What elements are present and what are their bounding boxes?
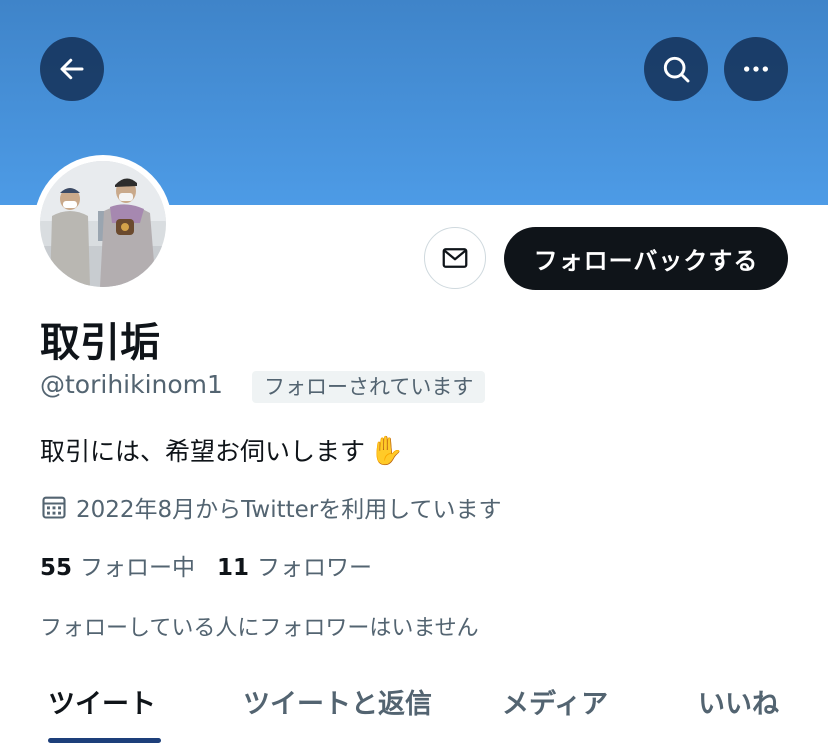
mutual-followers-note: フォローしている人にフォロワーはいません [40,616,479,641]
arrow-left-icon [60,58,84,80]
follows-you-badge: フォローされています [252,371,486,403]
tab-tweets-and-replies[interactable]: ツイートと返信 [243,682,432,721]
mail-icon [442,248,468,268]
bio-text: 取引には、希望お伺いします [40,437,366,466]
avatar-image [40,161,166,287]
calendar-icon [42,496,66,519]
avatar[interactable] [34,155,172,293]
follow-stats: 55 フォロー中 11 フォロワー [40,548,372,582]
join-date-text: 2022年8月からTwitterを利用しています [76,497,502,523]
more-horizontal-icon [744,66,768,72]
back-button[interactable] [40,37,104,101]
active-tab-indicator [48,738,161,743]
tab-likes[interactable]: いいね [698,682,779,721]
search-button[interactable] [644,37,708,101]
display-name: 取引垢 [40,320,160,366]
tab-tweets[interactable]: ツイート [48,682,156,721]
more-button[interactable] [724,37,788,101]
profile-tabs: ツイート ツイートと返信 メディア いいね [0,668,828,744]
message-button[interactable] [424,227,486,289]
bio: 取引には、希望お伺いします ✋ [40,432,404,468]
handle: @torihikinom1 [40,370,223,399]
following-link[interactable]: 55 フォロー中 [40,548,195,582]
followers-link[interactable]: 11 フォロワー [217,548,372,582]
raised-hand-emoji: ✋ [369,433,404,467]
search-icon [663,56,690,83]
join-date: 2022年8月からTwitterを利用しています [40,490,502,524]
following-count: 55 [40,555,73,581]
tab-media[interactable]: メディア [502,682,608,721]
following-label: フォロー中 [80,555,196,581]
follow-back-button[interactable]: フォローバックする [504,227,788,290]
followers-label: フォロワー [257,555,373,581]
followers-count: 11 [217,555,250,581]
